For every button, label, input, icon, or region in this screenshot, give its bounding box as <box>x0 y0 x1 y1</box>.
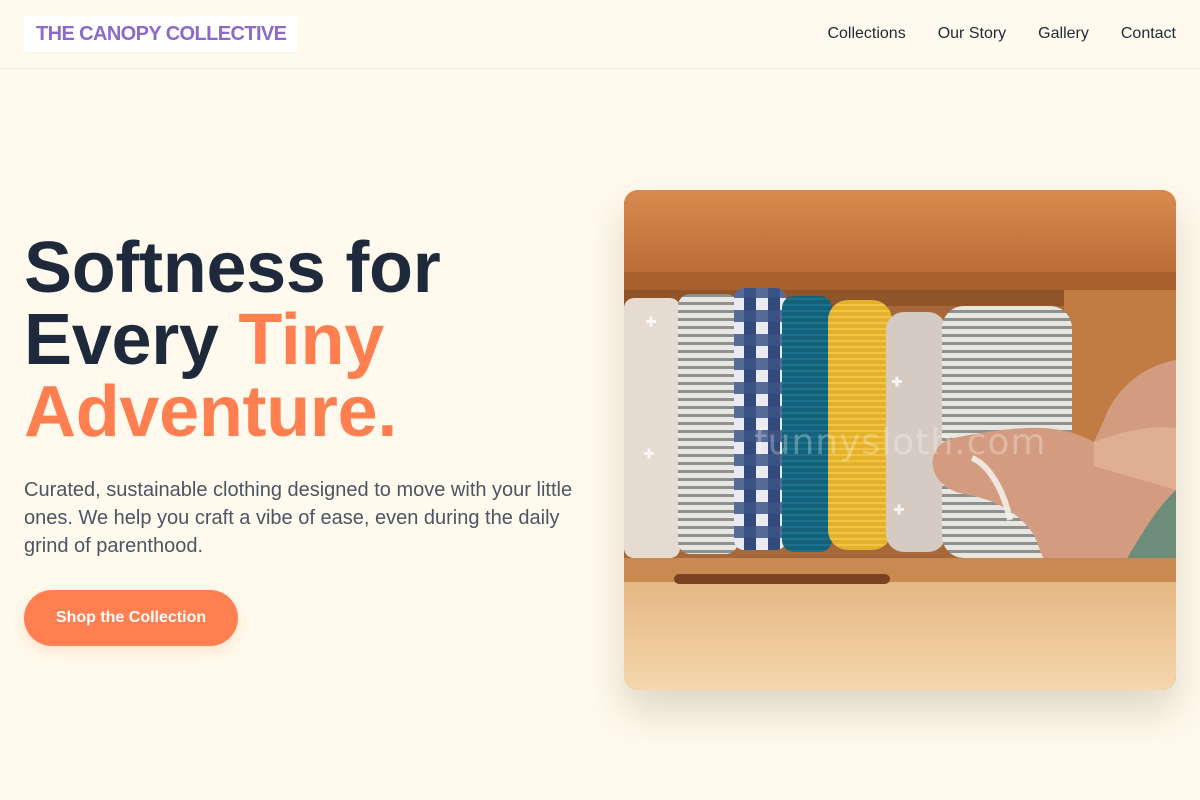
headline-line-2-plain: Every <box>24 300 239 380</box>
shop-collection-button[interactable]: Shop the Collection <box>24 590 238 646</box>
nav-link-contact[interactable]: Contact <box>1121 25 1176 43</box>
hero-copy: Softness for Every Tiny Adventure. Curat… <box>24 232 594 560</box>
image-watermark: funnysloth.com <box>754 422 1047 463</box>
brand-logo[interactable]: THE CANOPY COLLECTIVE <box>24 16 299 52</box>
headline-accent-adventure: Adventure. <box>24 372 398 452</box>
hero-headline: Softness for Every Tiny Adventure. <box>24 232 594 448</box>
hero-image: funnysloth.com <box>624 190 1176 690</box>
nav-link-our-story[interactable]: Our Story <box>938 25 1006 43</box>
headline-line-1: Softness for <box>24 228 441 308</box>
site-header: THE CANOPY COLLECTIVE Collections Our St… <box>0 0 1200 69</box>
headline-accent-tiny: Tiny <box>238 300 384 380</box>
nav-link-gallery[interactable]: Gallery <box>1038 25 1089 43</box>
hero-subcopy: Curated, sustainable clothing designed t… <box>24 479 573 557</box>
nav-link-collections[interactable]: Collections <box>827 25 905 43</box>
main-nav: Collections Our Story Gallery Contact <box>827 25 1176 43</box>
